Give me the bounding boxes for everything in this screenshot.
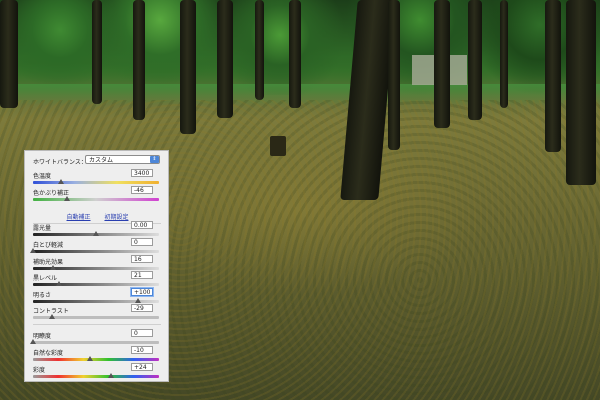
tree-trunk bbox=[566, 0, 596, 185]
recovery-slider-thumb[interactable] bbox=[30, 248, 36, 253]
tree-trunk bbox=[133, 0, 145, 120]
tree-trunk bbox=[289, 0, 301, 108]
saturation-label: 彩度 bbox=[33, 367, 46, 374]
tree-trunk bbox=[0, 0, 18, 108]
saturation-slider-track[interactable] bbox=[33, 375, 159, 378]
exposure-slider-thumb[interactable] bbox=[93, 231, 99, 236]
tree-stump bbox=[270, 136, 286, 156]
blacks-label: 黒レベル bbox=[33, 275, 58, 282]
tree-trunk bbox=[468, 0, 482, 120]
tree-trunk bbox=[434, 0, 450, 128]
tree-trunk bbox=[217, 0, 233, 118]
preset-links: 自動補正 初期設定 bbox=[25, 212, 170, 221]
blacks-slider-thumb[interactable] bbox=[56, 281, 63, 286]
tree-trunk bbox=[255, 0, 264, 100]
vibrance-slider-thumb[interactable] bbox=[86, 356, 93, 361]
fill-light-slider-thumb[interactable] bbox=[50, 265, 57, 270]
clarity-input[interactable]: 0 bbox=[131, 329, 153, 337]
saturation-slider-thumb[interactable] bbox=[108, 373, 115, 378]
tree-trunk bbox=[180, 0, 196, 134]
tint-slider-thumb[interactable] bbox=[64, 196, 71, 201]
tree-trunk bbox=[388, 0, 400, 150]
temperature-slider-thumb[interactable] bbox=[57, 179, 64, 184]
white-balance-value: カスタム bbox=[89, 157, 114, 164]
panel-divider bbox=[33, 324, 161, 325]
saturation-input[interactable]: +24 bbox=[131, 363, 153, 371]
white-balance-label: ホワイトバランス： bbox=[33, 159, 87, 166]
tree-trunk bbox=[92, 0, 102, 104]
clarity-slider-track[interactable] bbox=[33, 341, 159, 344]
recovery-label: 白とび軽減 bbox=[33, 242, 64, 249]
auto-correct-link[interactable]: 自動補正 bbox=[67, 214, 91, 221]
recovery-input[interactable]: 0 bbox=[131, 238, 153, 246]
exposure-label: 露光量 bbox=[33, 225, 52, 232]
blacks-slider-track[interactable] bbox=[33, 283, 159, 286]
brightness-input[interactable]: +100 bbox=[131, 288, 153, 296]
clarity-slider-thumb[interactable] bbox=[30, 339, 36, 344]
vibrance-input[interactable]: -10 bbox=[131, 346, 153, 354]
vibrance-label: 自然な彩度 bbox=[33, 350, 64, 357]
brightness-label: 明るさ bbox=[33, 292, 52, 299]
temperature-input[interactable]: 3400 bbox=[131, 169, 153, 177]
temperature-slider-track[interactable] bbox=[33, 181, 159, 184]
tint-slider-track[interactable] bbox=[33, 198, 159, 201]
fill-light-label: 補助光効果 bbox=[33, 259, 64, 266]
fill-light-input[interactable]: 16 bbox=[131, 255, 153, 263]
temperature-label: 色温度 bbox=[33, 173, 52, 180]
vibrance-slider-track[interactable] bbox=[33, 358, 159, 361]
default-settings-link[interactable]: 初期設定 bbox=[104, 214, 128, 221]
blacks-input[interactable]: 21 bbox=[131, 271, 153, 279]
contrast-input[interactable]: -29 bbox=[131, 304, 153, 312]
brightness-slider-thumb[interactable] bbox=[134, 298, 141, 303]
chevron-up-down-icon: ⇕ bbox=[150, 156, 159, 163]
recovery-slider-track[interactable] bbox=[33, 250, 159, 253]
tree-trunk bbox=[545, 0, 561, 152]
white-balance-select[interactable]: カスタム ⇕ bbox=[85, 155, 160, 164]
adjustment-panel: ホワイトバランス： カスタム ⇕ 色温度 3400 色かぶり補正 -46 自動補… bbox=[24, 150, 169, 382]
tint-input[interactable]: -46 bbox=[131, 186, 153, 194]
contrast-slider-thumb[interactable] bbox=[48, 314, 55, 319]
exposure-input[interactable]: 0.00 bbox=[131, 221, 153, 229]
tree-trunk bbox=[500, 0, 508, 108]
